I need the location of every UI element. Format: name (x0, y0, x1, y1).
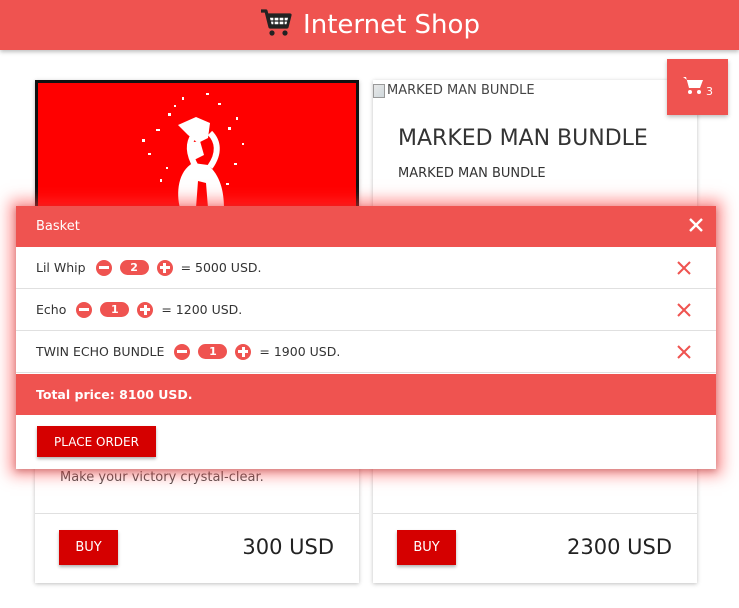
cart-button[interactable]: 3 (667, 59, 728, 115)
plus-icon[interactable] (137, 301, 154, 318)
product-image (35, 80, 359, 208)
basket-item: Echo 1 = 1200 USD. (16, 289, 716, 331)
remove-item-icon[interactable] (676, 260, 692, 276)
basket-item: Lil Whip 2 = 5000 USD. (16, 247, 716, 289)
basket-item-name: Echo (36, 302, 67, 317)
basket-item-sum: = 1900 USD. (259, 344, 341, 359)
minus-icon[interactable] (95, 259, 112, 276)
product-price: 300 USD (242, 535, 334, 559)
app-header: Internet Shop (0, 0, 739, 50)
cart-count-badge: 3 (706, 84, 713, 98)
remove-item-icon[interactable] (676, 344, 692, 360)
basket-item-sum: = 5000 USD. (180, 260, 262, 275)
basket-item-name: TWIN ECHO BUNDLE (36, 344, 165, 359)
basket-item-sum: = 1200 USD. (161, 302, 243, 317)
plus-icon[interactable] (156, 259, 173, 276)
basket-modal-header: Basket (16, 206, 716, 247)
product-image-alt: MARKED MAN BUNDLE (387, 83, 535, 98)
place-order-button[interactable]: PLACE ORDER (37, 426, 156, 457)
shopping-cart-icon (259, 8, 293, 42)
page-title: Internet Shop (303, 10, 480, 40)
product-image-broken: MARKED MAN BUNDLE (373, 83, 535, 98)
basket-item: TWIN ECHO BUNDLE 1 = 1900 USD. (16, 331, 716, 373)
card-divider (373, 513, 697, 514)
product-title: MARKED MAN BUNDLE (398, 126, 648, 151)
close-icon[interactable] (686, 215, 706, 235)
product-subtitle: MARKED MAN BUNDLE (398, 166, 546, 181)
header-logo: Internet Shop (259, 8, 480, 42)
basket-item-name: Lil Whip (36, 260, 86, 275)
quantity-badge: 1 (198, 344, 228, 359)
buy-button[interactable]: BUY (59, 530, 118, 565)
remove-item-icon[interactable] (676, 302, 692, 318)
total-price: Total price: 8100 USD. (16, 374, 716, 415)
buy-button[interactable]: BUY (397, 530, 456, 565)
shopping-cart-icon (682, 75, 704, 99)
quantity-badge: 1 (100, 302, 130, 317)
minus-icon[interactable] (76, 301, 93, 318)
product-price: 2300 USD (567, 535, 672, 559)
plus-icon[interactable] (235, 343, 252, 360)
quantity-badge: 2 (119, 260, 149, 275)
minus-icon[interactable] (174, 343, 191, 360)
basket-title: Basket (36, 219, 80, 234)
basket-modal: Basket Lil Whip 2 = 5000 USD. Echo 1 = 1… (16, 206, 716, 469)
card-divider (35, 513, 359, 514)
product-description: Make your victory crystal-clear. (60, 470, 264, 485)
broken-image-icon (373, 83, 385, 98)
